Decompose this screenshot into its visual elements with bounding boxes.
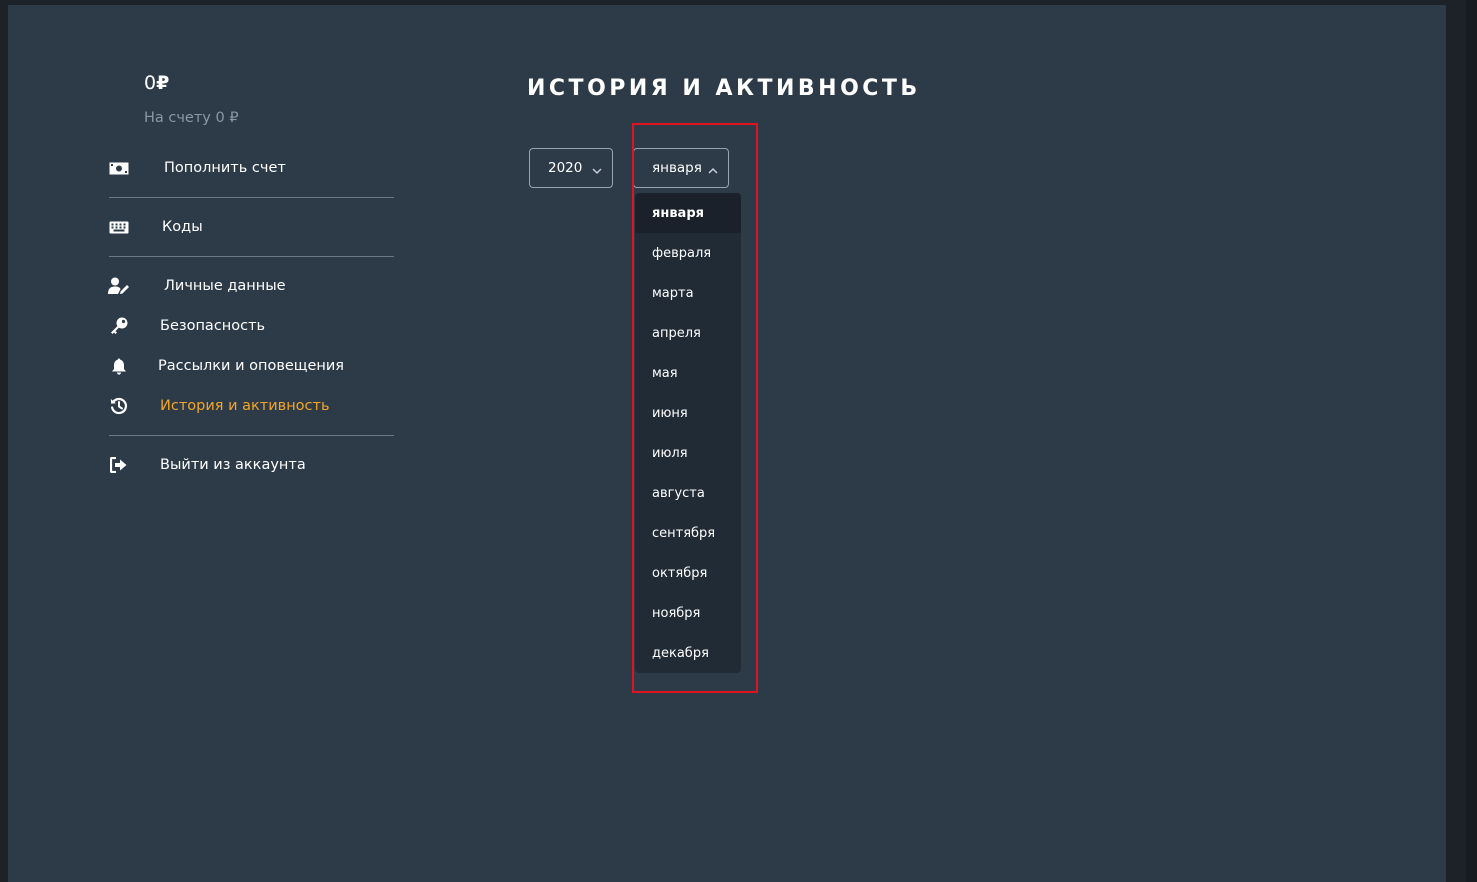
sidebar-item-label: Пополнить счет: [164, 160, 286, 176]
key-icon: [108, 317, 130, 335]
month-option[interactable]: мая: [635, 353, 741, 393]
month-option[interactable]: февраля: [635, 233, 741, 273]
sidebar-item-notifications[interactable]: Рассылки и оповещения: [108, 354, 344, 378]
balance-note: На счету 0 ₽: [144, 110, 239, 126]
month-option[interactable]: июля: [635, 433, 741, 473]
sidebar-item-label: История и активность: [160, 398, 330, 414]
user-edit-icon: [108, 277, 130, 295]
month-option[interactable]: декабря: [635, 633, 741, 673]
month-option[interactable]: августа: [635, 473, 741, 513]
year-select[interactable]: 2020: [529, 148, 613, 188]
bell-icon: [108, 357, 130, 375]
sign-out-icon: [108, 456, 130, 474]
scrollbar-track[interactable]: [1466, 0, 1477, 882]
sidebar-item-codes[interactable]: Коды: [108, 215, 203, 239]
month-option[interactable]: марта: [635, 273, 741, 313]
keyboard-icon: [108, 218, 130, 236]
page-title: История и активность: [527, 76, 921, 101]
chevron-down-icon: [592, 163, 602, 179]
sidebar-item-logout[interactable]: Выйти из аккаунта: [108, 453, 306, 477]
chevron-up-icon: [708, 163, 718, 179]
sidebar-item-label: Выйти из аккаунта: [160, 457, 306, 473]
month-option[interactable]: октября: [635, 553, 741, 593]
money-icon: [108, 159, 130, 177]
currency-symbol: ₽: [156, 72, 170, 94]
history-icon: [108, 397, 130, 415]
sidebar-item-personal-data[interactable]: Личные данные: [108, 274, 286, 298]
month-option[interactable]: июня: [635, 393, 741, 433]
sidebar-divider: [109, 435, 394, 436]
sidebar-divider: [109, 256, 394, 257]
sidebar-item-label: Личные данные: [164, 278, 286, 294]
sidebar-divider: [109, 197, 394, 198]
month-dropdown-menu: января февраля марта апреля мая июня июл…: [635, 193, 741, 673]
sidebar-item-label: Рассылки и оповещения: [158, 358, 345, 374]
sidebar-item-history[interactable]: История и активность: [108, 394, 330, 418]
month-option[interactable]: апреля: [635, 313, 741, 353]
sidebar-item-label: Безопасность: [160, 318, 266, 334]
month-select[interactable]: января: [633, 148, 729, 188]
month-option[interactable]: сентября: [635, 513, 741, 553]
year-select-value: 2020: [548, 160, 583, 176]
sidebar-item-security[interactable]: Безопасность: [108, 314, 265, 338]
month-select-value: января: [652, 160, 702, 176]
balance-amount: 0₽: [144, 72, 170, 94]
month-option[interactable]: ноября: [635, 593, 741, 633]
sidebar-item-topup[interactable]: Пополнить счет: [108, 156, 286, 180]
sidebar-item-label: Коды: [162, 219, 203, 235]
month-option[interactable]: января: [635, 193, 741, 233]
